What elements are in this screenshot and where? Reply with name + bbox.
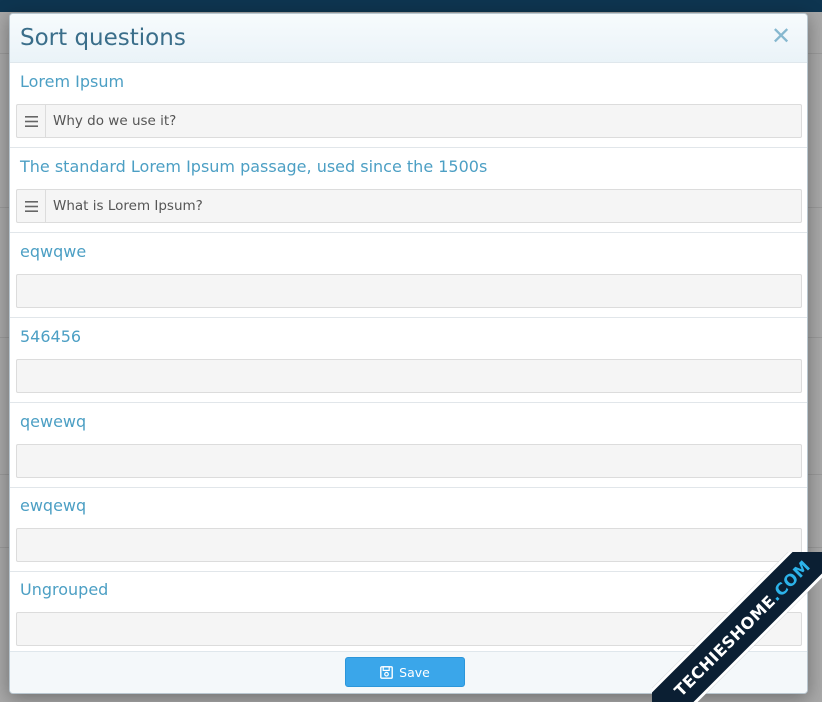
group-title: eqwqwe (20, 242, 87, 261)
save-button[interactable]: Save (345, 657, 465, 687)
group-title: Lorem Ipsum (20, 72, 125, 91)
drag-handle-icon[interactable] (17, 190, 46, 222)
group-drop-zone[interactable] (16, 612, 802, 646)
group-title: The standard Lorem Ipsum passage, used s… (20, 157, 488, 176)
group-drop-zone[interactable]: Why do we use it? (16, 104, 802, 138)
modal-title: Sort questions (20, 25, 186, 51)
background-top-bar (0, 0, 822, 12)
question-group: eqwqwe (10, 233, 807, 318)
save-button-label: Save (399, 664, 430, 680)
group-drop-zone[interactable] (16, 444, 802, 478)
question-text: What is Lorem Ipsum? (53, 198, 203, 214)
group-drop-zone[interactable] (16, 528, 802, 562)
question-group: 546456 (10, 318, 807, 403)
modal-footer: Save (10, 651, 807, 693)
question-group: ewqewq (10, 487, 807, 572)
question-group: qewewq (10, 403, 807, 488)
floppy-disk-icon (380, 665, 394, 679)
question-item[interactable]: Why do we use it? (17, 105, 801, 137)
group-drop-zone[interactable]: What is Lorem Ipsum? (16, 189, 802, 223)
group-title: 546456 (20, 327, 82, 346)
drag-handle-icon[interactable] (17, 105, 46, 137)
question-text: Why do we use it? (53, 113, 177, 129)
sort-questions-modal: Sort questions ✕ Lorem Ipsum Why do we u… (9, 13, 808, 694)
question-group: Ungrouped (10, 571, 807, 656)
modal-body: Lorem Ipsum Why do we use it? The standa… (10, 63, 807, 653)
group-title: qewewq (20, 412, 87, 431)
modal-header: Sort questions ✕ (10, 14, 807, 63)
question-group: Lorem Ipsum Why do we use it? (10, 63, 807, 148)
group-title: ewqewq (20, 496, 87, 515)
group-drop-zone[interactable] (16, 359, 802, 393)
close-icon[interactable]: ✕ (769, 24, 793, 48)
group-title: Ungrouped (20, 580, 109, 599)
question-item[interactable]: What is Lorem Ipsum? (17, 190, 801, 222)
question-group: The standard Lorem Ipsum passage, used s… (10, 148, 807, 233)
group-drop-zone[interactable] (16, 274, 802, 308)
